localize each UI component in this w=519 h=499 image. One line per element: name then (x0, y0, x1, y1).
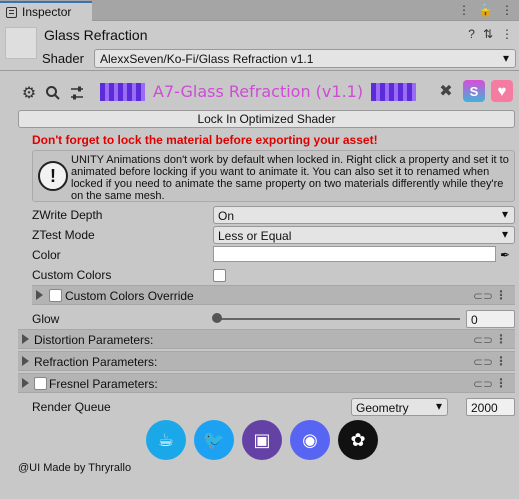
gear-icon[interactable]: ⚙ (20, 84, 38, 102)
tab-tools: ⋮ 🔒 ⋮ (458, 3, 513, 17)
section-fresnel[interactable]: Fresnel Parameters: ⊂⊃ ⋮ (18, 373, 515, 393)
eyedropper-icon[interactable]: ✒ (500, 248, 510, 262)
section-title: Refraction Parameters: (34, 355, 158, 369)
more-icon[interactable]: ⋮ (495, 288, 507, 302)
section-refraction[interactable]: Refraction Parameters: ⊂⊃ ⋮ (18, 351, 515, 371)
ztest-dropdown[interactable]: Less or Equal (213, 226, 515, 244)
glow-label: Glow (32, 312, 60, 326)
ztest-label: ZTest Mode (32, 228, 95, 242)
custom-colors-row: Custom Colors (0, 265, 519, 285)
render-queue-dropdown[interactable]: Geometry (351, 398, 448, 416)
help-box: ! UNITY Animations don't work by default… (32, 150, 515, 202)
lock-in-shader-button[interactable]: Lock In Optimized Shader (18, 110, 515, 128)
shader-label: Shader (42, 51, 84, 66)
section-title: Distortion Parameters: (34, 333, 154, 347)
more-icon[interactable]: ⋮ (458, 3, 470, 17)
tab-bar: Inspector ⋮ 🔒 ⋮ (0, 0, 519, 21)
shader-banner: A7-Glass Refraction (v1.1) (100, 82, 417, 101)
material-title: Glass Refraction (44, 27, 148, 43)
lock-icon[interactable]: 🔒 (478, 3, 493, 17)
sliders-icon[interactable] (68, 84, 86, 102)
glow-value-field[interactable]: 0 (466, 310, 515, 328)
menu-icon[interactable]: ⋮ (501, 3, 513, 17)
vrchat-icon[interactable]: ✿ (338, 420, 378, 460)
glow-row: Glow 0 (0, 309, 519, 329)
preset-icon[interactable]: ⇅ (483, 27, 493, 41)
lock-warning: Don't forget to lock the material before… (32, 133, 378, 147)
color-label: Color (32, 248, 61, 262)
tools-icon[interactable]: ✖ (435, 80, 457, 102)
material-thumbnail (5, 27, 37, 59)
inspector-icon (6, 6, 17, 18)
section-title: Fresnel Parameters: (49, 377, 158, 391)
social-links: ☕ 🐦 ▣ ◉ ✿ (146, 420, 378, 460)
header-right-icons: ✖ S ♥ (435, 80, 513, 102)
section-custom-colors-override[interactable]: Custom Colors Override ⊂⊃ ⋮ (32, 285, 515, 305)
ztest-row: ZTest Mode Less or Equal (0, 225, 519, 245)
link-icon[interactable]: ⊂⊃ (473, 333, 493, 347)
render-queue-row: Render Queue Geometry 2000 (0, 397, 519, 417)
link-icon[interactable]: ⊂⊃ (473, 355, 493, 369)
ui-credit: @UI Made by Thryrallo (18, 462, 132, 474)
custom-colors-override-checkbox[interactable] (49, 289, 62, 302)
section-title: Custom Colors Override (65, 289, 194, 303)
header-tools: ? ⇅ ⋮ (468, 27, 513, 41)
material-header: Glass Refraction ? ⇅ ⋮ Shader AlexxSeven… (0, 21, 519, 71)
tab-inspector[interactable]: Inspector (0, 1, 92, 21)
twitter-icon[interactable]: 🐦 (194, 420, 234, 460)
foldout-arrow-icon[interactable] (22, 356, 29, 366)
zwrite-label: ZWrite Depth (32, 208, 103, 222)
link-icon[interactable]: ⊂⊃ (473, 377, 493, 391)
render-queue-field[interactable]: 2000 (466, 398, 515, 416)
section-distortion[interactable]: Distortion Parameters: ⊂⊃ ⋮ (18, 329, 515, 349)
foldout-arrow-icon[interactable] (36, 290, 43, 300)
color-row: Color ✒ (0, 245, 519, 265)
glow-slider-track[interactable] (216, 318, 460, 320)
zwrite-dropdown[interactable]: On (213, 206, 515, 224)
fresnel-checkbox[interactable] (34, 377, 47, 390)
discord-icon[interactable]: ◉ (290, 420, 330, 460)
zwrite-row: ZWrite Depth On (0, 205, 519, 225)
twitch-icon[interactable]: ▣ (242, 420, 282, 460)
banner-decoration-right (371, 82, 417, 101)
tab-label: Inspector (22, 5, 72, 19)
more-icon[interactable]: ⋮ (495, 376, 507, 390)
color-field[interactable] (213, 246, 496, 262)
shader-icon[interactable]: S (463, 80, 485, 102)
editor-toolbar: ⚙ (20, 84, 86, 102)
link-icon[interactable]: ⊂⊃ (473, 289, 493, 303)
more-icon[interactable]: ⋮ (495, 332, 507, 346)
warning-icon: ! (38, 161, 68, 191)
more-icon[interactable]: ⋮ (495, 354, 507, 368)
banner-title: A7-Glass Refraction (v1.1) (153, 82, 364, 101)
ko-fi-icon[interactable]: ☕ (146, 420, 186, 460)
search-icon[interactable] (44, 84, 62, 102)
menu-icon[interactable]: ⋮ (501, 27, 513, 41)
glow-slider-thumb[interactable] (212, 313, 222, 323)
help-text: UNITY Animations don't work by default w… (71, 154, 509, 202)
heart-icon[interactable]: ♥ (491, 80, 513, 102)
render-queue-label: Render Queue (32, 400, 111, 414)
custom-colors-label: Custom Colors (32, 268, 112, 282)
banner-decoration-left (100, 82, 145, 101)
shader-dropdown[interactable]: AlexxSeven/Ko-Fi/Glass Refraction v1.1 (94, 49, 516, 68)
foldout-arrow-icon[interactable] (22, 378, 29, 388)
foldout-arrow-icon[interactable] (22, 334, 29, 344)
custom-colors-checkbox[interactable] (213, 269, 226, 282)
help-icon[interactable]: ? (468, 27, 475, 41)
